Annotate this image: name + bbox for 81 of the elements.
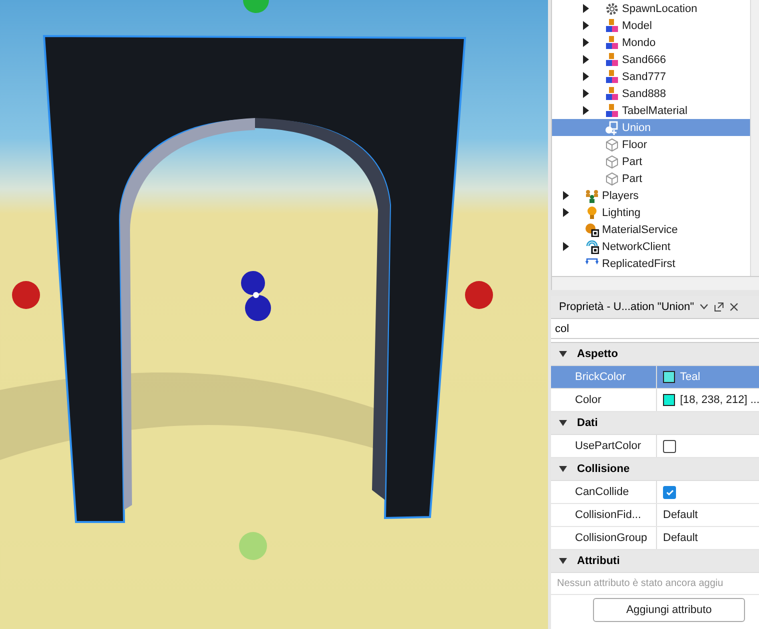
cube-icon bbox=[605, 172, 619, 186]
tree-item[interactable]: Lighting bbox=[552, 204, 750, 221]
property-name: CanCollide bbox=[575, 486, 629, 498]
resize-handle-icon[interactable] bbox=[239, 532, 267, 560]
resize-handle-icon[interactable] bbox=[12, 281, 40, 309]
empty-message: Nessun attributo è stato ancora aggiu bbox=[551, 573, 759, 595]
expand-arrow-icon[interactable] bbox=[582, 106, 590, 115]
property-value: [18, 238, 212] ... bbox=[680, 394, 759, 406]
tree-item[interactable]: Sand666 bbox=[552, 51, 750, 68]
expand-arrow-icon[interactable] bbox=[562, 208, 570, 217]
section-header[interactable]: Aspetto bbox=[551, 343, 759, 366]
tree-item[interactable]: Sand777 bbox=[552, 68, 750, 85]
scrollbar[interactable] bbox=[750, 0, 759, 276]
undock-icon[interactable] bbox=[714, 302, 724, 312]
chevron-down-icon[interactable] bbox=[700, 304, 708, 310]
property-value: Default bbox=[663, 509, 698, 521]
model-icon bbox=[605, 36, 619, 50]
close-icon[interactable] bbox=[730, 303, 738, 311]
section-header[interactable]: Collisione bbox=[551, 458, 759, 481]
move-handle-icon[interactable] bbox=[241, 271, 271, 321]
cube-icon bbox=[605, 154, 619, 168]
tree-item[interactable]: TabelMaterial bbox=[552, 102, 750, 119]
model-icon bbox=[605, 104, 619, 118]
people-icon bbox=[585, 188, 599, 202]
property-value: Teal bbox=[680, 371, 700, 383]
checkbox[interactable] bbox=[663, 440, 676, 452]
expand-arrow-icon[interactable] bbox=[582, 55, 590, 64]
model-icon bbox=[605, 70, 619, 84]
property-name: BrickColor bbox=[575, 371, 626, 383]
expand-arrow-icon[interactable] bbox=[582, 4, 590, 13]
property-row[interactable]: CanCollide bbox=[551, 481, 759, 504]
property-row[interactable]: CollisionGroup Default bbox=[551, 527, 759, 550]
cube-icon bbox=[605, 138, 619, 152]
tree-item[interactable]: Model bbox=[552, 17, 750, 34]
expand-arrow-icon[interactable] bbox=[582, 72, 590, 81]
tree-item[interactable]: Part bbox=[552, 153, 750, 170]
panel-title: Proprietà - U...ation "Union" bbox=[559, 301, 694, 313]
property-name: CollisionFid... bbox=[575, 509, 642, 521]
property-name: Color bbox=[575, 394, 602, 406]
tree-item[interactable]: NetworkClient bbox=[552, 238, 750, 255]
tree-item[interactable]: SpawnLocation bbox=[552, 0, 750, 17]
collapse-arrow-icon[interactable] bbox=[559, 558, 567, 564]
color-swatch[interactable] bbox=[663, 394, 675, 406]
expand-arrow-icon[interactable] bbox=[582, 38, 590, 47]
property-name: UsePartColor bbox=[575, 440, 642, 452]
expand-arrow-icon[interactable] bbox=[562, 242, 570, 251]
tree-item[interactable]: Part bbox=[552, 170, 750, 187]
collapse-arrow-icon[interactable] bbox=[559, 420, 567, 426]
model-icon bbox=[605, 18, 619, 32]
tree-item[interactable]: Players bbox=[552, 187, 750, 204]
tree-item[interactable]: Floor bbox=[552, 136, 750, 153]
collapse-arrow-icon[interactable] bbox=[559, 351, 567, 357]
property-row[interactable]: Color [18, 238, 212] ... bbox=[551, 389, 759, 412]
antenna-icon bbox=[585, 240, 599, 254]
section-header[interactable]: Attributi bbox=[551, 550, 759, 573]
color-swatch[interactable] bbox=[663, 371, 675, 383]
model-icon bbox=[605, 52, 619, 66]
tree-item[interactable]: Mondo bbox=[552, 34, 750, 51]
check-icon bbox=[666, 488, 674, 496]
model-icon bbox=[605, 86, 619, 100]
resize-handle-icon[interactable] bbox=[465, 281, 493, 309]
property-row[interactable]: CollisionFid... Default bbox=[551, 504, 759, 527]
checkbox[interactable] bbox=[663, 486, 676, 498]
tree-item[interactable]: Sand888 bbox=[552, 85, 750, 102]
expand-arrow-icon[interactable] bbox=[582, 21, 590, 30]
property-value: Default bbox=[663, 532, 698, 544]
union-icon bbox=[605, 120, 619, 134]
expand-arrow-icon[interactable] bbox=[562, 191, 570, 200]
expand-arrow-icon[interactable] bbox=[582, 89, 590, 98]
scrollbar[interactable] bbox=[552, 276, 759, 290]
section-header[interactable]: Dati bbox=[551, 412, 759, 435]
resize-handle-icon[interactable] bbox=[243, 0, 269, 13]
property-row[interactable]: UsePartColor bbox=[551, 435, 759, 458]
palette-icon bbox=[585, 222, 599, 236]
property-name: CollisionGroup bbox=[575, 532, 648, 544]
tree-item[interactable]: MaterialService bbox=[552, 221, 750, 238]
add-attribute-button[interactable]: Aggiungi attributo bbox=[593, 598, 745, 622]
viewport-3d[interactable] bbox=[0, 0, 548, 629]
lightbulb-icon bbox=[585, 206, 599, 220]
tree-item[interactable]: ReplicatedFirst bbox=[552, 255, 750, 272]
collapse-arrow-icon[interactable] bbox=[559, 466, 567, 472]
